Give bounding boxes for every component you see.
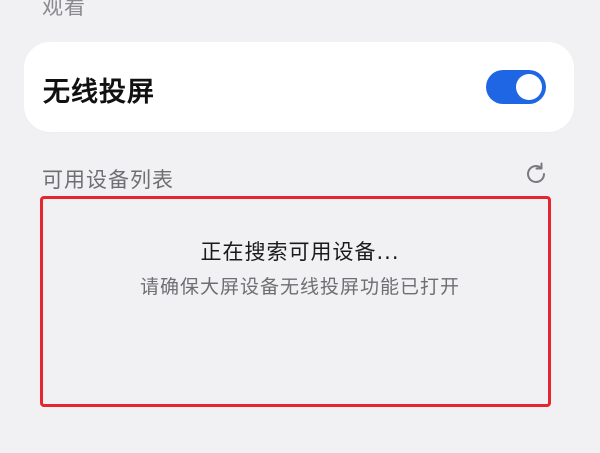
wireless-projection-label: 无线投屏	[43, 77, 155, 108]
search-hint: 请确保大屏设备无线投屏功能已打开	[139, 276, 460, 298]
wireless-projection-card: 无线投屏	[24, 42, 574, 132]
refresh-icon[interactable]	[522, 160, 550, 188]
section-header-watch: 观看	[42, 0, 86, 19]
searching-status: 正在搜索可用设备...	[200, 240, 400, 264]
toggle-knob	[516, 74, 542, 100]
wireless-projection-screen: 观看 无线投屏 可用设备列表 正在搜索可用设备... 请确保大屏设备无线投屏功能…	[0, 0, 600, 453]
device-search-area	[40, 196, 551, 407]
available-devices-title: 可用设备列表	[42, 168, 174, 192]
wireless-projection-toggle[interactable]	[486, 70, 546, 104]
